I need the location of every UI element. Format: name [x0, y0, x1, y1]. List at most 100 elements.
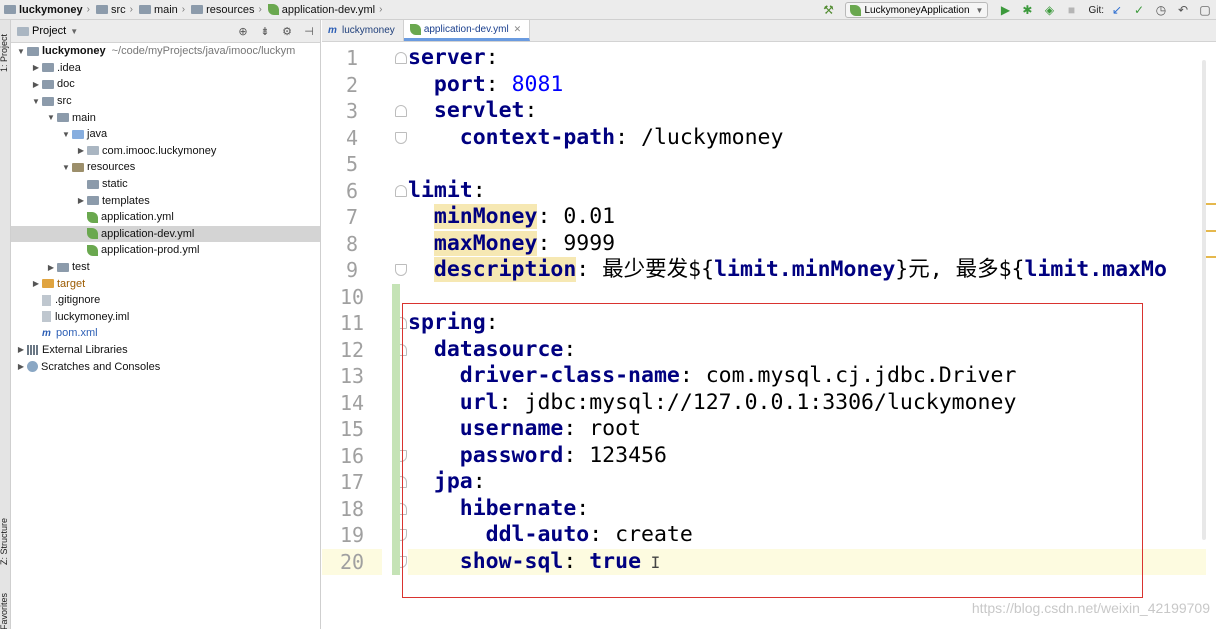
- tree-item-label: static: [102, 178, 128, 191]
- code-line: port: 8081: [408, 72, 563, 99]
- line-number: 18: [339, 496, 365, 521]
- tab-label: luckymoney: [342, 25, 395, 36]
- warning-marker[interactable]: [1206, 203, 1216, 205]
- chevron-right-icon[interactable]: ▶: [30, 63, 42, 72]
- warning-marker[interactable]: [1206, 256, 1216, 258]
- spring-leaf-icon: [87, 244, 98, 256]
- breadcrumb-project[interactable]: luckymoney: [0, 0, 85, 20]
- git-revert-icon[interactable]: ↶: [1172, 0, 1194, 20]
- chevron-down-icon[interactable]: ▼: [30, 97, 42, 106]
- structure-tool-button[interactable]: Z: Structure: [0, 518, 9, 565]
- tree-item[interactable]: application.yml: [11, 209, 320, 226]
- folder-icon: [87, 196, 99, 206]
- tree-item[interactable]: ▶ External Libraries: [11, 342, 320, 359]
- chevron-right-icon[interactable]: ▶: [45, 263, 57, 272]
- tree-item[interactable]: m pom.xml: [11, 325, 320, 342]
- warning-marker[interactable]: [1206, 230, 1216, 232]
- tree-item[interactable]: static: [11, 176, 320, 193]
- chevron-right-icon[interactable]: ▶: [75, 196, 87, 205]
- scratches-icon: [27, 361, 38, 373]
- hide-panel-icon[interactable]: ⊣: [298, 25, 320, 38]
- chevron-down-icon[interactable]: ▼: [60, 163, 72, 172]
- module-folder-icon: [27, 46, 39, 56]
- chevron-right-icon[interactable]: ▶: [15, 362, 27, 371]
- editor-tab[interactable]: m luckymoney: [322, 20, 404, 41]
- fold-marker-icon[interactable]: [395, 184, 407, 197]
- tree-item[interactable]: ▼ main: [11, 109, 320, 126]
- project-view-select[interactable]: Project: [32, 25, 66, 37]
- more-icon[interactable]: ▢: [1194, 0, 1216, 20]
- tree-item[interactable]: ▼ src: [11, 93, 320, 110]
- tree-item[interactable]: application-prod.yml: [11, 242, 320, 259]
- yaml-key: maxMoney: [433, 230, 538, 256]
- ide-window: luckymoney › src › main › resources › ap…: [0, 0, 1216, 629]
- tree-item[interactable]: ▶ target: [11, 275, 320, 292]
- breadcrumb-separator-icon: ›: [86, 4, 90, 15]
- chevron-right-icon[interactable]: ▶: [30, 279, 42, 288]
- editor-tab[interactable]: application-dev.yml ✕: [403, 20, 531, 41]
- breadcrumb-src[interactable]: src: [92, 0, 128, 20]
- close-icon[interactable]: ✕: [514, 24, 522, 35]
- tree-item[interactable]: ▼ java: [11, 126, 320, 143]
- build-hammer-icon[interactable]: ⚒: [817, 0, 839, 20]
- tree-item[interactable]: application-dev.yml: [11, 225, 320, 243]
- fold-marker-icon[interactable]: [395, 105, 407, 117]
- tree-item[interactable]: ▶ test: [11, 259, 320, 276]
- tree-item[interactable]: ▼ resources: [11, 159, 320, 176]
- spring-leaf-icon: [87, 211, 98, 223]
- tree-item[interactable]: ▶ com.imooc.luckymoney: [11, 143, 320, 160]
- tree-item-label: com.imooc.luckymoney: [102, 144, 217, 157]
- yaml-separator: :: [472, 177, 486, 203]
- tree-item[interactable]: ▼ luckymoney ~/code/myProjects/java/imooc/…: [11, 43, 320, 60]
- tree-item[interactable]: ▶ Scratches and Consoles: [11, 358, 320, 375]
- line-number: 16: [339, 443, 365, 468]
- chevron-right-icon[interactable]: ▶: [75, 146, 87, 155]
- folder-icon: [95, 5, 108, 14]
- favorites-tool-button[interactable]: 2: Favorites: [0, 593, 9, 629]
- locate-target-icon[interactable]: ⊕: [232, 25, 254, 38]
- chevron-down-icon[interactable]: ▼: [15, 47, 27, 56]
- run-icon[interactable]: ▶: [994, 0, 1016, 20]
- tree-item-label: luckymoney: [42, 45, 106, 58]
- git-update-icon[interactable]: ↙: [1106, 0, 1128, 20]
- vcs-change-marker[interactable]: [392, 283, 400, 575]
- tree-item[interactable]: ▶ doc: [11, 76, 320, 93]
- debug-bug-icon[interactable]: ✱: [1016, 0, 1038, 20]
- fold-marker-icon[interactable]: [395, 131, 407, 144]
- breadcrumb-file[interactable]: application-dev.yml: [264, 0, 377, 20]
- tree-item[interactable]: luckymoney.iml: [11, 309, 320, 326]
- fold-marker-icon[interactable]: [395, 264, 407, 276]
- breadcrumb-separator-icon: ›: [181, 4, 186, 15]
- tree-item-label: .gitignore: [55, 294, 101, 307]
- fold-marker-icon[interactable]: [395, 52, 407, 64]
- chevron-right-icon[interactable]: ▶: [15, 345, 27, 354]
- spring-leaf-icon: [87, 228, 98, 240]
- line-number: 9: [345, 258, 359, 282]
- yaml-key: port: [433, 71, 486, 97]
- folder-icon: [57, 262, 69, 272]
- git-commit-check-icon[interactable]: ✓: [1128, 0, 1150, 20]
- stop-icon[interactable]: ■: [1060, 0, 1082, 20]
- line-number: 2: [345, 72, 359, 97]
- yaml-key: minMoney: [433, 204, 538, 229]
- resources-folder-icon: [191, 5, 204, 14]
- project-tool-button[interactable]: 1: Project: [0, 34, 9, 72]
- breadcrumb-main[interactable]: main: [135, 0, 180, 20]
- chevron-down-icon[interactable]: ▼: [45, 113, 57, 122]
- vertical-scrollbar[interactable]: [1202, 60, 1206, 540]
- breadcrumb-resources[interactable]: resources: [187, 0, 256, 20]
- run-with-coverage-icon[interactable]: ◈: [1038, 0, 1060, 20]
- tree-item[interactable]: ▶ templates: [11, 192, 320, 209]
- tree-item[interactable]: .gitignore: [11, 292, 320, 309]
- chevron-down-icon[interactable]: ▼: [60, 130, 72, 139]
- line-number: 14: [339, 390, 365, 415]
- collapse-all-icon[interactable]: ⇟: [254, 25, 276, 38]
- watermark: https://blog.csdn.net/weixin_42199709: [971, 600, 1210, 616]
- tree-item[interactable]: ▶ .idea: [11, 60, 320, 77]
- run-configuration-select[interactable]: LuckymoneyApplication ▼: [845, 2, 989, 18]
- chevron-down-icon: ▼: [975, 5, 984, 15]
- chevron-down-icon[interactable]: ▼: [70, 27, 78, 36]
- git-history-clock-icon[interactable]: ◷: [1150, 0, 1172, 20]
- gear-icon[interactable]: ⚙: [276, 25, 298, 38]
- chevron-right-icon[interactable]: ▶: [30, 80, 42, 89]
